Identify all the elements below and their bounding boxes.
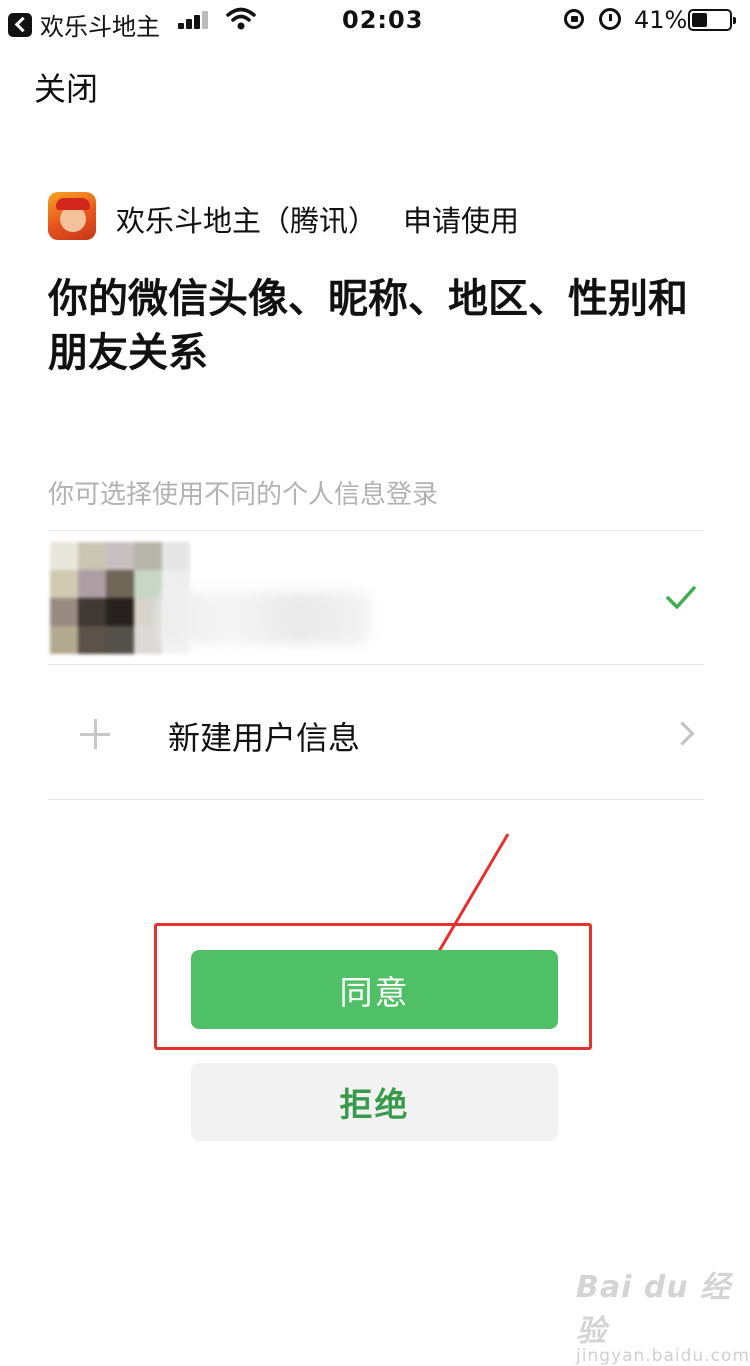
battery-icon bbox=[688, 9, 736, 31]
orientation-lock-icon bbox=[564, 9, 584, 29]
app-icon bbox=[48, 192, 96, 240]
chevron-right-icon bbox=[670, 721, 695, 746]
close-button[interactable]: 关闭 bbox=[34, 64, 98, 110]
divider bbox=[48, 530, 704, 531]
alarm-icon bbox=[599, 8, 621, 30]
clock-time: 02:03 bbox=[342, 6, 424, 34]
account-option-selected[interactable] bbox=[30, 532, 704, 664]
profile-choice-hint: 你可选择使用不同的个人信息登录 bbox=[48, 480, 439, 510]
watermark-url: jingyan.baidu.com bbox=[576, 1346, 750, 1366]
baidu-jingyan-watermark: Bai du 经验 jingyan.baidu.com bbox=[576, 1262, 750, 1366]
request-text: 申请使用 bbox=[403, 204, 520, 238]
status-bar: 欢乐斗地主 02:03 41% bbox=[0, 0, 750, 42]
check-icon bbox=[666, 586, 696, 609]
reject-button[interactable]: 拒绝 bbox=[191, 1063, 558, 1141]
watermark-brand: Bai du 经验 bbox=[576, 1270, 732, 1349]
permission-heading: 你的微信头像、昵称、地区、性别和朋友关系 bbox=[48, 276, 688, 376]
divider bbox=[48, 799, 704, 800]
back-to-app[interactable]: 欢乐斗地主 bbox=[8, 7, 160, 42]
app-request-line: 欢乐斗地主（腾讯） 申请使用 bbox=[116, 198, 519, 240]
back-app-label[interactable]: 欢乐斗地主 bbox=[40, 7, 160, 42]
plus-icon bbox=[80, 719, 110, 749]
battery-fill bbox=[692, 13, 707, 27]
back-arrow-icon[interactable] bbox=[8, 12, 32, 37]
cellular-signal-icon bbox=[178, 11, 212, 29]
nickname-blurred bbox=[160, 592, 370, 644]
new-user-info-row[interactable]: 新建用户信息 bbox=[48, 665, 704, 799]
agree-button[interactable]: 同意 bbox=[191, 950, 558, 1029]
battery-percent: 41% bbox=[634, 6, 688, 34]
app-name: 欢乐斗地主（腾讯） bbox=[116, 204, 378, 238]
wifi-icon bbox=[226, 7, 256, 30]
new-user-info-label: 新建用户信息 bbox=[168, 719, 361, 757]
